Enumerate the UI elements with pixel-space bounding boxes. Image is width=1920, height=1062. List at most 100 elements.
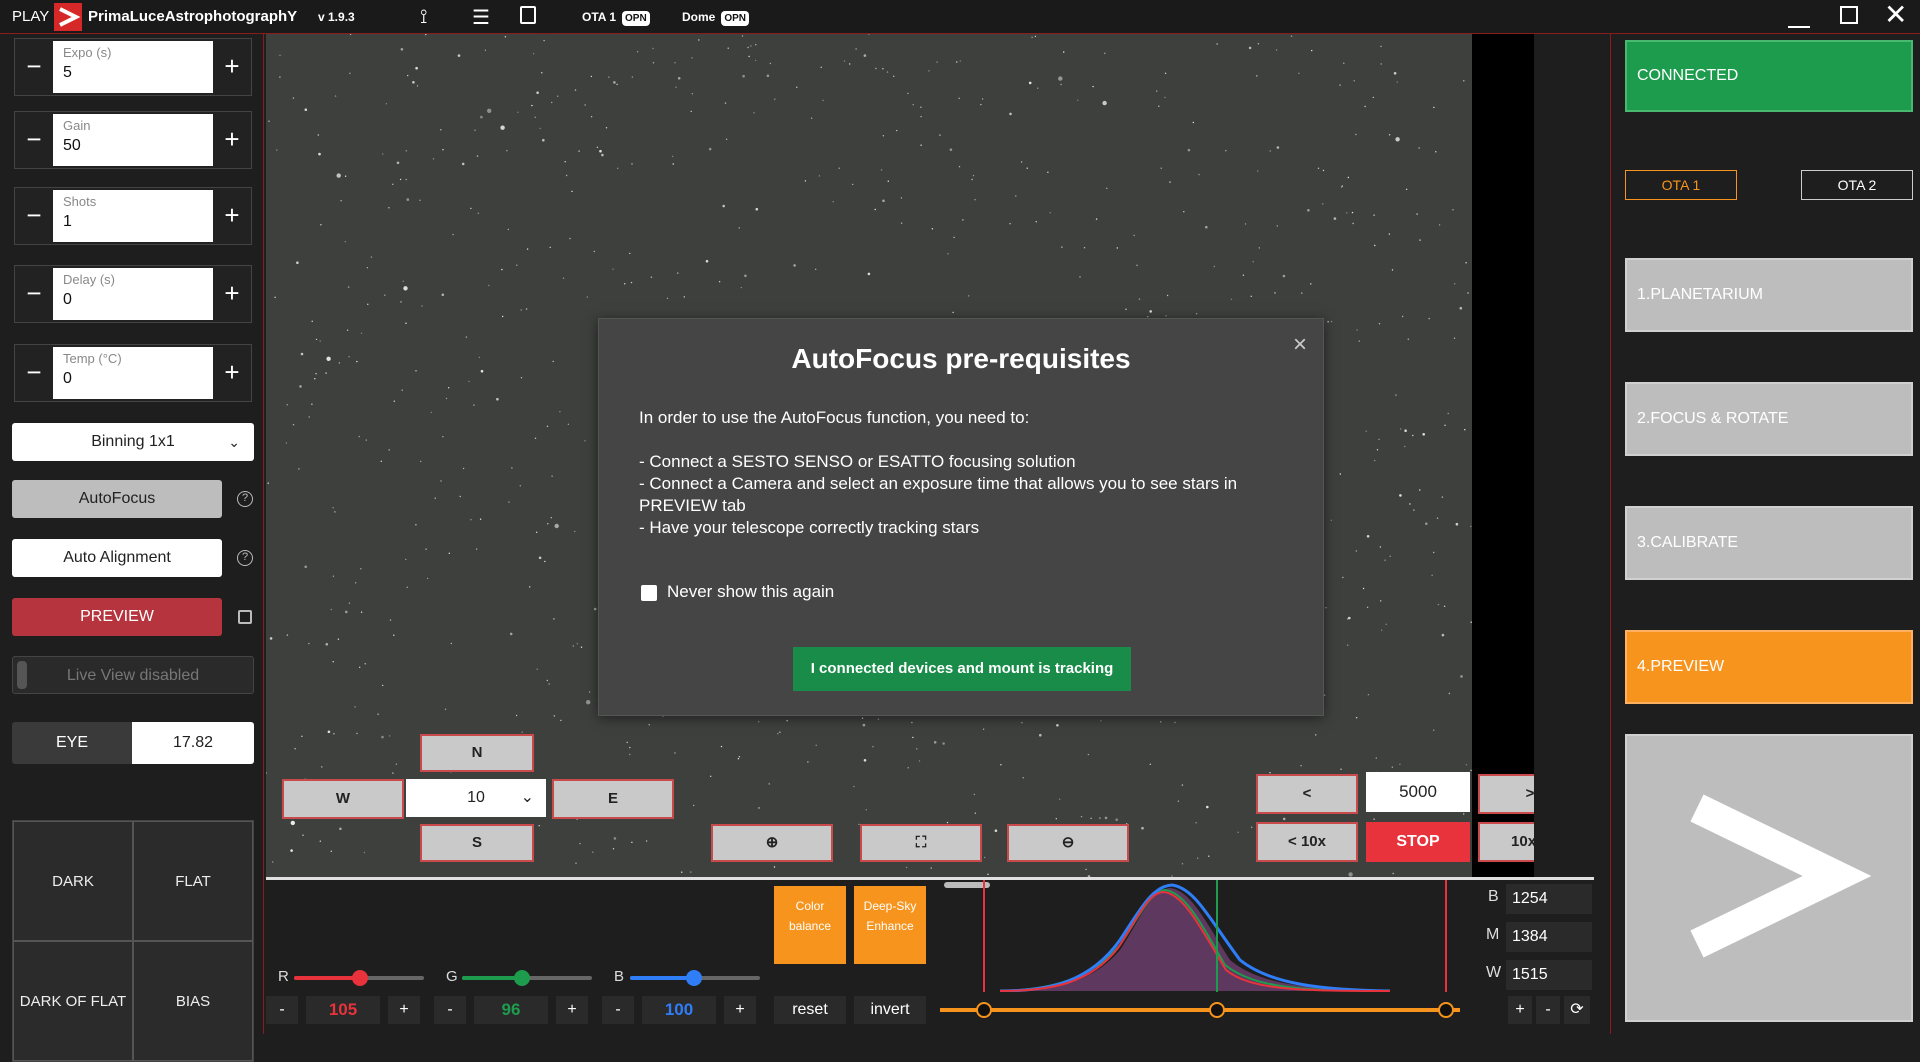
auto-alignment-button[interactable]: Auto Alignment (12, 539, 222, 577)
delay-field[interactable]: Delay (s) 0 (53, 268, 213, 320)
dialog-req-focuser: - Connect a SESTO SENSO or ESATTO focusi… (639, 452, 1076, 471)
white-point-handle[interactable] (1438, 1002, 1454, 1018)
hist-minus-button[interactable]: - (1536, 996, 1560, 1024)
histogram[interactable] (940, 880, 1460, 993)
binning-select[interactable]: Binning 1x1 ⌄ (12, 423, 254, 461)
settings-sliders-icon[interactable]: ☰ (472, 5, 490, 30)
north-button[interactable]: N (420, 734, 534, 772)
bias-button[interactable]: BIAS (133, 941, 253, 1061)
connection-status[interactable]: CONNECTED (1625, 40, 1913, 112)
temp-plus-button[interactable]: + (213, 345, 251, 401)
r-label: R (278, 968, 289, 985)
r-minus-button[interactable]: - (266, 996, 298, 1024)
calibrate-step[interactable]: 3.CALIBRATE (1625, 506, 1913, 580)
reset-button[interactable]: reset (774, 996, 846, 1024)
delay-minus-button[interactable]: − (15, 266, 53, 322)
b-slider[interactable] (630, 970, 760, 986)
hist-b-input[interactable]: 1254 (1506, 884, 1592, 914)
focus-next-button[interactable]: > (1478, 774, 1534, 814)
planetarium-step[interactable]: 1.PLANETARIUM (1625, 258, 1913, 332)
south-button[interactable]: S (420, 824, 534, 862)
west-button[interactable]: W (282, 779, 404, 819)
g-minus-button[interactable]: - (434, 996, 466, 1024)
dome-status[interactable]: Dome OPN (682, 10, 750, 26)
flat-button[interactable]: FLAT (133, 821, 253, 941)
gain-plus-button[interactable]: + (213, 112, 251, 168)
r-value[interactable]: 105 (306, 996, 380, 1024)
save-icon[interactable] (238, 610, 252, 624)
b-minus-button[interactable]: - (602, 996, 634, 1024)
hist-w-input[interactable]: 1515 (1506, 960, 1592, 990)
ota1-status[interactable]: OTA 1 OPN (582, 10, 650, 26)
focus-rotate-step[interactable]: 2.FOCUS & ROTATE (1625, 382, 1913, 456)
hist-m-input[interactable]: 1384 (1506, 922, 1592, 952)
temp-stepper: − Temp (°C) 0 + (14, 344, 252, 402)
focus-next-10x-button[interactable]: 10x > (1478, 822, 1534, 862)
color-balance-button[interactable]: Color balance (774, 886, 846, 964)
maximize-icon[interactable] (1840, 6, 1858, 24)
temp-minus-button[interactable]: − (15, 345, 53, 401)
temp-field[interactable]: Temp (°C) 0 (53, 347, 213, 399)
b-slider-handle[interactable] (686, 970, 702, 986)
ota1-tab[interactable]: OTA 1 (1625, 170, 1737, 200)
b-value[interactable]: 100 (642, 996, 716, 1024)
auto-alignment-help-icon[interactable]: ? (237, 550, 253, 566)
delay-plus-button[interactable]: + (213, 266, 251, 322)
focus-prev-button[interactable]: < (1256, 774, 1358, 814)
expo-stepper: − Expo (s) 5 + (14, 38, 252, 96)
close-window-icon[interactable]: ✕ (1884, 0, 1907, 30)
expo-plus-button[interactable]: + (213, 39, 251, 95)
speed-select[interactable]: 10 ⌄ (406, 779, 546, 817)
dark-of-flat-button[interactable]: DARK OF FLAT (13, 941, 133, 1061)
dark-button[interactable]: DARK (13, 821, 133, 941)
minimize-icon[interactable] (1788, 8, 1810, 28)
g-slider-handle[interactable] (514, 970, 530, 986)
gain-value: 50 (63, 137, 81, 154)
invert-button[interactable]: invert (854, 996, 926, 1024)
autofocus-button[interactable]: AutoFocus (12, 480, 222, 518)
black-point-handle[interactable] (976, 1002, 992, 1018)
image-edge (1472, 34, 1534, 877)
gain-minus-button[interactable]: − (15, 112, 53, 168)
version-label: v 1.9.3 (318, 10, 355, 24)
expo-minus-button[interactable]: − (15, 39, 53, 95)
r-slider[interactable] (294, 970, 424, 986)
chevron-down-icon: ⌄ (228, 434, 240, 450)
focus-position-input[interactable]: 5000 (1366, 772, 1470, 812)
refresh-icon[interactable]: ⟳ (1564, 996, 1590, 1024)
g-plus-button[interactable]: + (556, 996, 588, 1024)
g-label: G (446, 968, 458, 985)
next-step-button[interactable] (1625, 734, 1913, 1022)
g-value[interactable]: 96 (474, 996, 548, 1024)
shots-minus-button[interactable]: − (15, 188, 53, 244)
preview-button[interactable]: PREVIEW (12, 598, 222, 636)
r-slider-handle[interactable] (352, 970, 368, 986)
b-plus-button[interactable]: + (724, 996, 756, 1024)
confirm-button[interactable]: I connected devices and mount is trackin… (793, 647, 1131, 691)
shots-field[interactable]: Shots 1 (53, 190, 213, 242)
preview-step[interactable]: 4.PREVIEW (1625, 630, 1913, 704)
fit-screen-button[interactable]: ⛶ (860, 824, 982, 862)
never-show-checkbox[interactable] (641, 585, 657, 601)
stop-button[interactable]: STOP (1366, 822, 1470, 862)
autofocus-help-icon[interactable]: ? (237, 491, 253, 507)
live-view-toggle[interactable]: Live View disabled (12, 656, 254, 694)
ota2-tab[interactable]: OTA 2 (1801, 170, 1913, 200)
zoom-in-button[interactable]: ⊕ (711, 824, 833, 862)
g-slider[interactable] (462, 970, 592, 986)
focus-prev-10x-button[interactable]: < 10x (1256, 822, 1358, 862)
hist-plus-button[interactable]: + (1508, 996, 1532, 1024)
deep-sky-enhance-button[interactable]: Deep-Sky Enhance (854, 886, 926, 964)
east-button[interactable]: E (552, 779, 674, 819)
midtone-handle[interactable] (1209, 1002, 1225, 1018)
expo-field[interactable]: Expo (s) 5 (53, 41, 213, 93)
shots-plus-button[interactable]: + (213, 188, 251, 244)
zoom-out-button[interactable]: ⊖ (1007, 824, 1129, 862)
never-show-label[interactable]: Never show this again (667, 581, 834, 603)
gain-field[interactable]: Gain 50 (53, 114, 213, 166)
levels-slider[interactable] (940, 1008, 1460, 1012)
speed-value: 10 (467, 789, 485, 806)
mount-icon[interactable]: ⟟ (420, 6, 427, 29)
r-plus-button[interactable]: + (388, 996, 420, 1024)
document-icon[interactable] (520, 6, 536, 24)
